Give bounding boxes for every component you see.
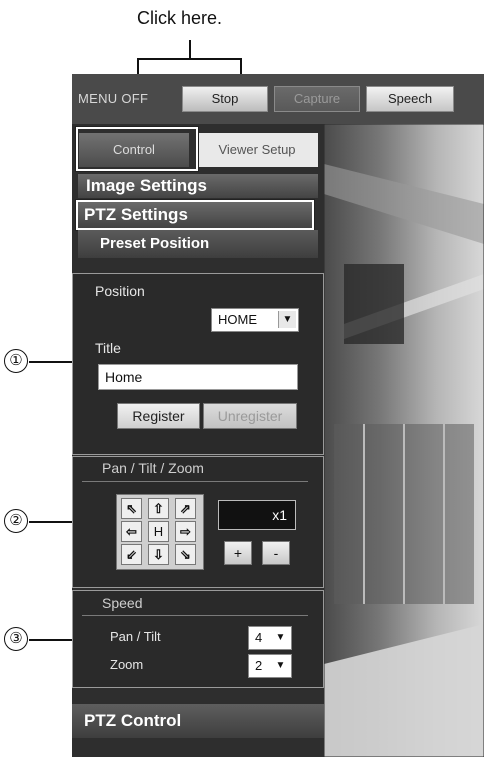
- ptz-settings-header[interactable]: PTZ Settings: [76, 200, 314, 230]
- marker-1: ①: [4, 349, 28, 373]
- zoom-speed-label: Zoom: [110, 657, 144, 672]
- down-left-arrow-icon[interactable]: ⇙: [121, 544, 142, 565]
- callout-line: [189, 40, 191, 58]
- menu-bar: MENU OFF Stop Capture Speech: [72, 74, 484, 124]
- preset-position-header[interactable]: Preset Position: [78, 230, 318, 258]
- preset-position-label: Preset Position: [100, 235, 210, 252]
- zoom-speed-select[interactable]: 2 ▼: [248, 654, 292, 678]
- ptz-control-header[interactable]: PTZ Control: [72, 704, 324, 738]
- marker-2-line: [29, 521, 72, 523]
- title-input-value: Home: [105, 369, 143, 385]
- ptz-panel-title: Pan / Tilt / Zoom: [102, 460, 204, 476]
- up-arrow-icon[interactable]: ⇧: [148, 498, 169, 519]
- chevron-down-icon: ▼: [272, 629, 289, 646]
- ptz-divider: [82, 481, 308, 482]
- marker-1-line: [29, 361, 72, 363]
- zoom-in-button[interactable]: +: [224, 541, 252, 565]
- highlight-control-tab: [76, 127, 198, 171]
- pan-tilt-speed-value: 4: [255, 630, 263, 645]
- camera-video-view: [324, 124, 484, 757]
- marker-3-line: [29, 639, 72, 641]
- ptz-settings-label: PTZ Settings: [84, 205, 188, 224]
- callout-text: Click here.: [137, 8, 223, 28]
- speed-panel-title: Speed: [102, 595, 143, 611]
- chevron-down-icon: ▼: [272, 657, 289, 674]
- right-arrow-icon[interactable]: ⇨: [175, 521, 196, 542]
- marker-3: ③: [4, 627, 28, 651]
- image-settings-label: Image Settings: [86, 176, 207, 195]
- speech-button[interactable]: Speech: [366, 86, 454, 112]
- zoom-level-value: x1: [272, 507, 287, 523]
- direction-pad: ⇖ ⇧ ⇗ ⇦ H ⇨ ⇙ ⇩ ⇘: [116, 494, 204, 570]
- register-button[interactable]: Register: [117, 403, 200, 429]
- zoom-level-display: x1: [218, 500, 296, 530]
- pan-tilt-speed-select[interactable]: 4 ▼: [248, 626, 292, 650]
- position-select-value: HOME: [218, 312, 257, 327]
- menu-off-toggle[interactable]: MENU OFF: [78, 91, 148, 106]
- position-label: Position: [95, 283, 145, 299]
- stop-button[interactable]: Stop: [182, 86, 268, 112]
- zoom-speed-value: 2: [255, 658, 263, 673]
- home-button[interactable]: H: [148, 521, 169, 542]
- capture-button[interactable]: Capture: [274, 86, 360, 112]
- left-arrow-icon[interactable]: ⇦: [121, 521, 142, 542]
- pan-tilt-speed-label: Pan / Tilt: [110, 629, 161, 644]
- speed-divider: [82, 615, 308, 616]
- position-select[interactable]: HOME ▼: [211, 308, 299, 332]
- callout-bracket: [137, 58, 241, 60]
- down-arrow-icon[interactable]: ⇩: [148, 544, 169, 565]
- down-right-arrow-icon[interactable]: ⇘: [175, 544, 196, 565]
- image-settings-header[interactable]: Image Settings: [78, 174, 318, 198]
- title-input[interactable]: Home: [98, 364, 298, 390]
- marker-2: ②: [4, 509, 28, 533]
- zoom-out-button[interactable]: -: [262, 541, 290, 565]
- up-right-arrow-icon[interactable]: ⇗: [175, 498, 196, 519]
- tab-viewer-setup[interactable]: Viewer Setup: [196, 133, 318, 167]
- unregister-button[interactable]: Unregister: [203, 403, 297, 429]
- title-label: Title: [95, 340, 121, 356]
- camera-scene-image: [324, 124, 484, 757]
- up-left-arrow-icon[interactable]: ⇖: [121, 498, 142, 519]
- chevron-down-icon: ▼: [278, 311, 296, 328]
- ptz-control-label: PTZ Control: [84, 711, 182, 730]
